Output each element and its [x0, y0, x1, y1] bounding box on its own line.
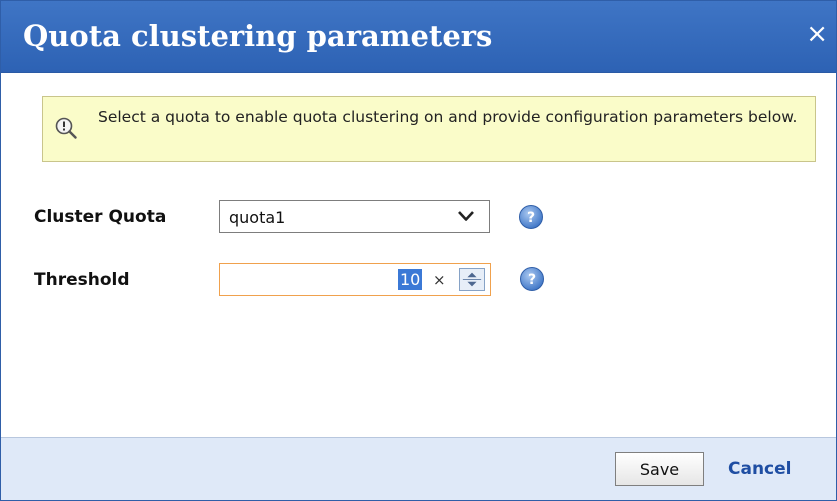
svg-text:?: ? [528, 272, 536, 288]
info-message: Select a quota to enable quota clusterin… [98, 108, 798, 126]
cluster-quota-value: quota1 [229, 208, 286, 227]
chevron-down-icon [458, 211, 474, 221]
cluster-quota-select[interactable]: quota1 [219, 200, 490, 233]
dialog-title: Quota clustering parameters [23, 19, 493, 53]
threshold-value: 10 [398, 269, 423, 290]
dialog-footer: Save Cancel [1, 437, 836, 500]
threshold-help-icon[interactable]: ? [519, 266, 545, 292]
save-button[interactable]: Save [615, 452, 704, 486]
cancel-link[interactable]: Cancel [728, 459, 791, 479]
close-icon[interactable]: × [806, 19, 828, 49]
info-message-box: Select a quota to enable quota clusterin… [42, 96, 816, 162]
svg-text:?: ? [527, 210, 535, 226]
cluster-quota-help-icon[interactable]: ? [518, 204, 544, 230]
stepper-icon[interactable] [459, 268, 485, 291]
clear-icon[interactable]: × [433, 270, 446, 290]
dialog-title-bar: Quota clustering parameters × [1, 1, 836, 73]
info-icon [55, 117, 77, 139]
quota-clustering-dialog: Quota clustering parameters × Select a q… [0, 0, 837, 501]
threshold-input[interactable]: 10 × [219, 263, 491, 296]
threshold-label: Threshold [34, 270, 130, 290]
cluster-quota-label: Cluster Quota [34, 207, 167, 227]
